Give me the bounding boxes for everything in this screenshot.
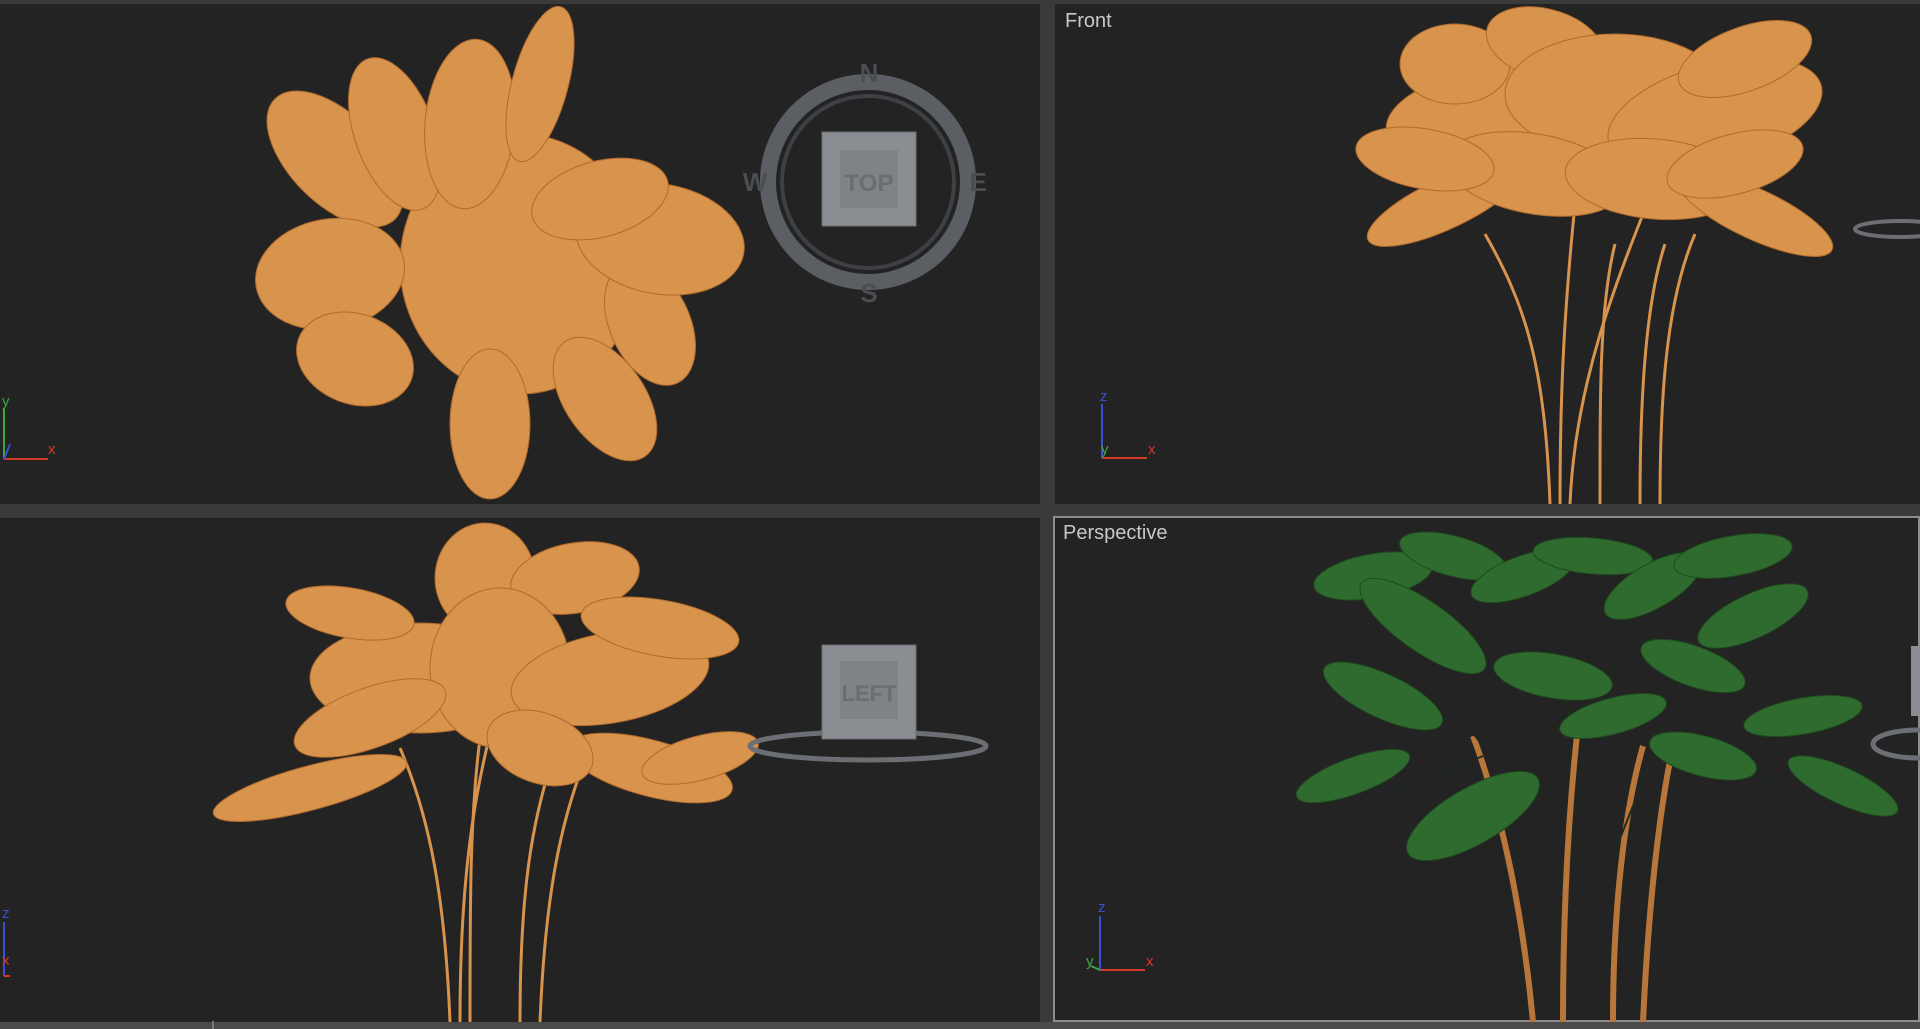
axis-label-x: x: [48, 441, 56, 458]
axis-gizmo-top: y x: [2, 393, 56, 460]
top-view-scene: TOP N S W E y x: [2, 5, 987, 500]
front-view-scene: z x y: [1100, 6, 1920, 504]
banana-plant-trunks: [1470, 725, 1676, 1022]
axis-label-z: z: [1100, 388, 1108, 405]
viewcube-top-face: TOP: [845, 170, 894, 197]
compass-south: S: [860, 278, 877, 308]
axis-label-x: x: [1148, 441, 1156, 458]
axis-label-x: x: [2, 952, 10, 969]
axis-label-x: x: [1146, 953, 1154, 970]
viewport-perspective[interactable]: z x y Perspective: [1053, 516, 1920, 1022]
axis-label-y: y: [1086, 953, 1094, 970]
viewport-front[interactable]: z x y Front: [1055, 4, 1920, 504]
axis-gizmo-left: z x: [2, 905, 10, 977]
viewcube-compass[interactable]: TOP N S W E: [743, 58, 987, 308]
left-view-scene: LEFT z x: [2, 522, 989, 1022]
axis-gizmo-front: z x y: [1100, 388, 1156, 459]
axis-label-z: z: [2, 905, 10, 922]
banana-leaves-wireframe-left: [212, 522, 759, 822]
axis-label-z: z: [1098, 899, 1106, 916]
banana-leaves-wireframe-front: [1355, 6, 1834, 257]
banana-plant-wireframe-front: [1483, 183, 1697, 504]
bottom-panel-edge: [0, 1022, 1920, 1029]
viewport-front-label: Front: [1065, 10, 1112, 32]
viewport-perspective-label: Perspective: [1063, 522, 1168, 544]
banana-plant-wireframe-top: [255, 5, 745, 500]
viewport-top[interactable]: TOP N S W E y x: [0, 4, 1040, 504]
compass-east: E: [969, 167, 986, 197]
viewport-left[interactable]: LEFT z x: [0, 518, 1040, 1022]
bottom-splitter[interactable]: [212, 1021, 214, 1029]
axis-label-y: y: [1101, 441, 1109, 458]
banana-plant-leaves: [1295, 531, 1899, 862]
axis-gizmo-perspective: z x y: [1086, 899, 1154, 971]
perspective-view-scene: z x y: [1086, 531, 1920, 1022]
viewcube-left[interactable]: LEFT: [747, 644, 989, 763]
axis-label-y: y: [2, 393, 10, 410]
compass-west: W: [743, 167, 768, 197]
viewcube-ring-front-edge: [1853, 219, 1920, 239]
viewcube-left-face: LEFT: [842, 681, 898, 706]
viewcube-perspective-edge: [1870, 646, 1920, 761]
compass-north: N: [860, 58, 879, 88]
